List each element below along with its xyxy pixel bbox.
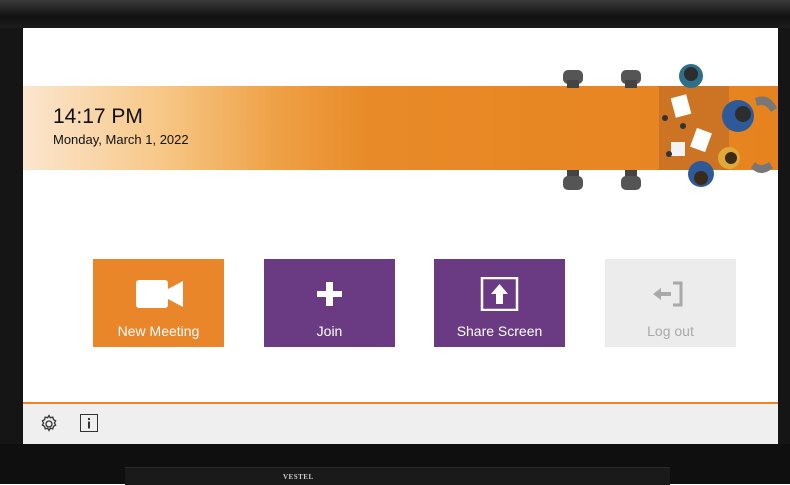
info-icon [88,418,90,429]
meeting-illustration [563,64,777,190]
share-upload-icon [480,277,519,311]
share-screen-button[interactable]: Share Screen [434,259,565,347]
join-button[interactable]: Join [264,259,395,347]
logout-button[interactable]: Log out [605,259,736,347]
clock-time: 14:17 PM [53,105,143,128]
share-screen-label: Share Screen [456,323,543,339]
info-button[interactable] [80,414,98,432]
device-brand: VESTEL [283,473,314,481]
clock-block: 14:17 PM Monday, March 1, 2022 [53,105,189,149]
bezel-top [0,0,790,28]
join-label: Join [316,323,343,339]
gear-icon[interactable] [39,414,59,434]
new-meeting-label: New Meeting [117,323,200,339]
video-camera-icon [136,280,183,308]
plus-icon [317,282,342,306]
logout-icon [653,281,683,307]
footer-bar [23,404,778,444]
new-meeting-button[interactable]: New Meeting [93,259,224,347]
clock-date: Monday, March 1, 2022 [53,132,189,147]
logout-label: Log out [647,323,694,339]
app-screen: 14:17 PM Monday, March 1, 2022 New Meeti… [23,28,778,444]
device-control-strip [125,467,670,485]
